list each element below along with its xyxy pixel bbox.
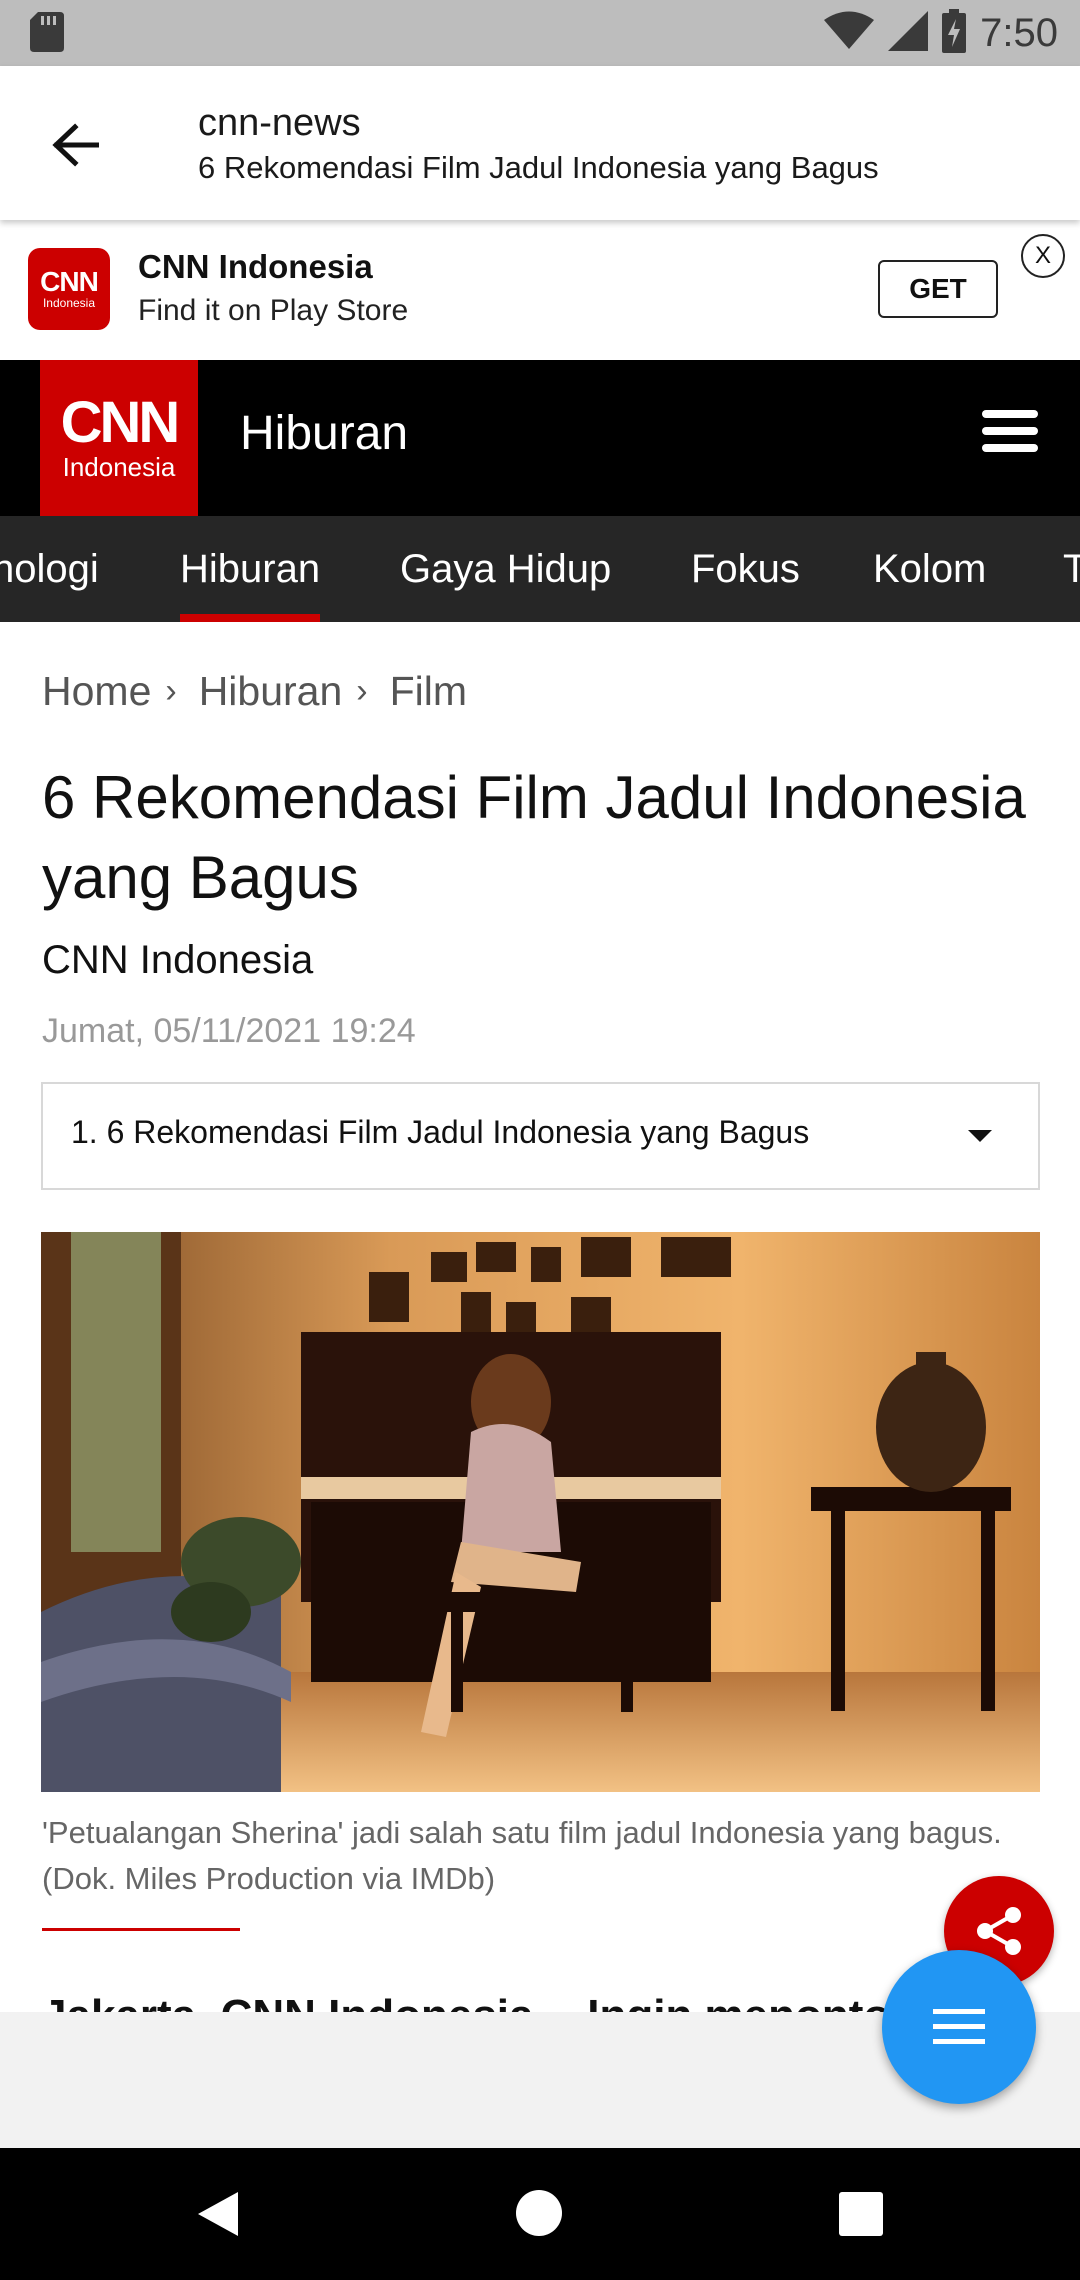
breadcrumb-home[interactable]: Home (42, 668, 151, 715)
article-title: 6 Rekomendasi Film Jadul Indonesia yang … (42, 764, 1026, 911)
caret-down-icon (968, 1130, 992, 1142)
tab-gaya-hidup[interactable]: Gaya Hidup (400, 516, 611, 622)
breadcrumb-hiburan[interactable]: Hiburan (199, 668, 343, 715)
cnn-indonesia-app-logo: CNN Indonesia (28, 248, 110, 330)
status-bar: 7:50 (0, 0, 1080, 66)
hamburger-menu-icon[interactable] (982, 410, 1040, 466)
menu-fab-button[interactable] (882, 1950, 1036, 2104)
photo-caption: 'Petualangan Sherina' jadi salah satu fi… (42, 1815, 1002, 1896)
breadcrumb-film[interactable]: Film (390, 668, 467, 715)
chevron-right-icon: › (356, 672, 368, 710)
chevron-right-icon: › (165, 672, 177, 710)
cell-signal-icon (888, 10, 929, 56)
site-header: CNN Indonesia Hiburan (0, 360, 1080, 516)
selected-page: 1. 6 Rekomendasi Film Jadul Indonesia ya… (71, 1114, 810, 1150)
get-app-button[interactable]: GET (878, 260, 998, 318)
arrow-left-icon (52, 123, 99, 167)
sd-card-icon (30, 12, 64, 57)
cnn-logo[interactable]: CNN Indonesia (40, 360, 198, 516)
clock: 7:50 (980, 10, 1058, 55)
article-photo[interactable] (41, 1232, 1040, 1792)
breadcrumb: Home › Hiburan › Film (42, 668, 467, 715)
tab-kolom[interactable]: Kolom (873, 516, 986, 622)
nav-home-icon[interactable] (516, 2190, 562, 2236)
tab-next[interactable]: T (1063, 516, 1080, 622)
battery-charging-icon (942, 8, 967, 58)
back-button[interactable] (40, 110, 110, 180)
category-tabs: nologi Hiburan Gaya Hidup Fokus Kolom T (0, 516, 1080, 622)
article-date: Jumat, 05/11/2021 19:24 (42, 1012, 416, 1050)
nav-recents-icon[interactable] (839, 2192, 883, 2236)
app-bar: cnn-news 6 Rekomendasi Film Jadul Indone… (0, 66, 1080, 220)
app-title: cnn-news (198, 102, 361, 144)
app-subtitle: 6 Rekomendasi Film Jadul Indonesia yang … (198, 150, 879, 185)
close-banner-button[interactable]: X (1021, 234, 1065, 278)
section-title: Hiburan (240, 407, 409, 460)
app-promo-banner: CNN Indonesia CNN Indonesia Find it on P… (0, 220, 1080, 360)
wifi-icon (824, 11, 875, 56)
nav-back-icon[interactable] (196, 2190, 240, 2243)
menu-icon (933, 2009, 985, 2044)
promo-app-name: CNN Indonesia (138, 248, 373, 285)
system-nav-bar (0, 2148, 1080, 2280)
tab-teknologi[interactable]: nologi (0, 516, 99, 622)
caption-divider (42, 1928, 240, 1931)
tab-hiburan[interactable]: Hiburan (180, 516, 321, 622)
article-page-select[interactable]: 1. 6 Rekomendasi Film Jadul Indonesia ya… (41, 1082, 1040, 1190)
article-author: CNN Indonesia (42, 938, 314, 982)
promo-tagline: Find it on Play Store (138, 294, 409, 327)
share-icon (977, 1907, 1021, 1955)
tab-fokus[interactable]: Fokus (691, 516, 800, 622)
